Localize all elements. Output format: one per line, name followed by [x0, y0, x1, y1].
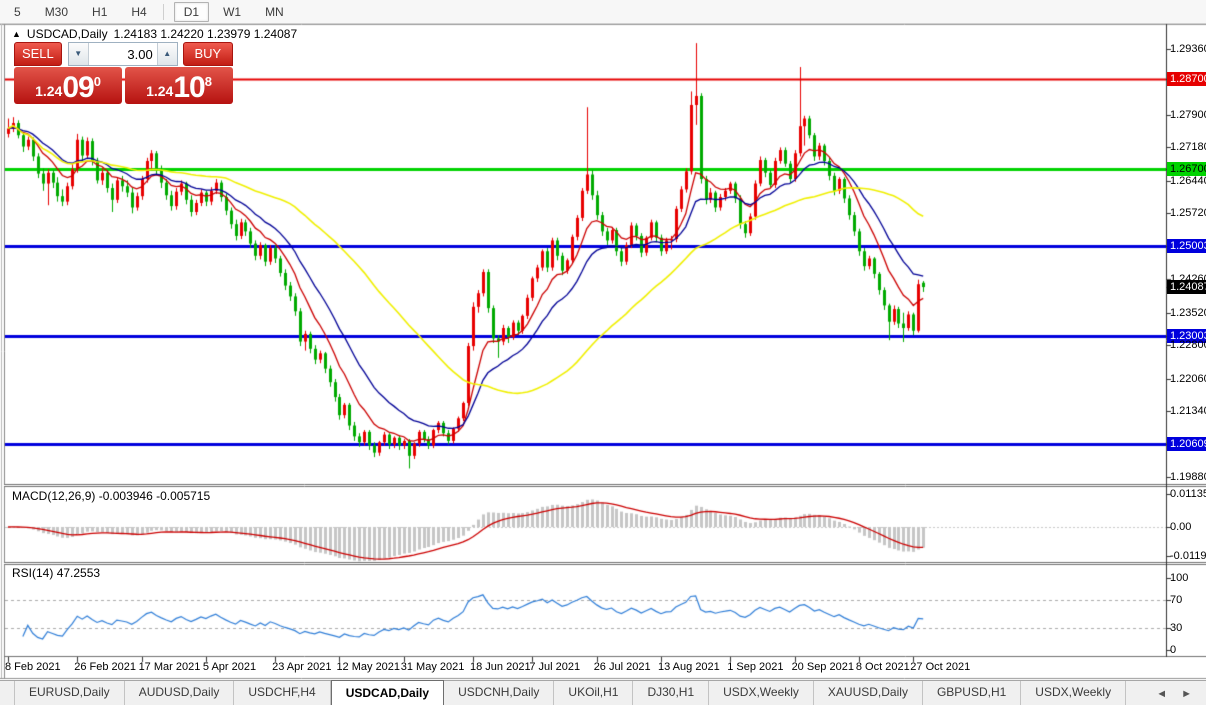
chart-title: ▲ USDCAD,Daily 1.24183 1.24220 1.23979 1…: [12, 27, 297, 41]
price-tick-label: 1.23520: [1167, 306, 1206, 320]
current-price-label: 1.24087: [1167, 280, 1206, 294]
price-tick-label: 1.22060: [1167, 372, 1206, 386]
date-tick-label: 1 Sep 2021: [727, 661, 783, 673]
chart-tab-bar: EURUSD,DailyAUDUSD,DailyUSDCHF,H4USDCAD,…: [0, 680, 1206, 705]
sell-price-prefix: 1.24: [35, 83, 62, 99]
sell-price-button[interactable]: 1.24 09 0: [14, 67, 122, 104]
lot-size-input[interactable]: [89, 43, 157, 65]
collapse-chart-icon[interactable]: ▲: [12, 29, 21, 39]
date-tick-label: 12 May 2021: [336, 661, 400, 673]
tab-usdx-weekly[interactable]: USDX,Weekly: [709, 681, 814, 705]
chart-symbol-label: USDCAD,Daily: [27, 27, 108, 41]
price-tick-label: 1.27180: [1167, 140, 1206, 154]
date-tick-label: 26 Feb 2021: [74, 661, 136, 673]
chart-ohlc-values: 1.24183 1.24220 1.23979 1.24087: [114, 27, 298, 41]
rsi-indicator-label: RSI(14) 47.2553: [12, 566, 100, 580]
price-tick-label: 1.25720: [1167, 206, 1206, 220]
price-tick-label: 1.21340: [1167, 404, 1206, 418]
one-click-trading-panel: SELL ▼ ▲ BUY 1.24 09 0 1.24 10 8: [14, 42, 233, 100]
buy-button[interactable]: BUY: [183, 42, 233, 66]
buy-price-button[interactable]: 1.24 10 8: [125, 67, 233, 104]
tab-scroll-left-icon[interactable]: ◄: [1156, 688, 1167, 700]
date-tick-label: 20 Sep 2021: [792, 661, 854, 673]
date-tick-label: 17 Mar 2021: [139, 661, 201, 673]
sell-price-pip: 0: [94, 74, 101, 89]
chart-canvas[interactable]: [0, 0, 1206, 705]
macd-tick-label: 0.00: [1167, 520, 1206, 534]
tab-scroll-right-icon[interactable]: ►: [1181, 688, 1192, 700]
macd-tick-label: -0.01190: [1167, 549, 1206, 563]
rsi-tick-label: 30: [1167, 621, 1206, 635]
macd-name: MACD(12,26,9): [12, 489, 95, 503]
date-tick-label: 23 Apr 2021: [272, 661, 331, 673]
date-tick-label: 8 Feb 2021: [5, 661, 61, 673]
buy-price-pip: 8: [205, 74, 212, 89]
tab-gbpusd-h1[interactable]: GBPUSD,H1: [923, 681, 1021, 705]
lot-increase-icon[interactable]: ▲: [157, 43, 177, 65]
price-tick-label: 1.27900: [1167, 108, 1206, 122]
tab-dj30-h1[interactable]: DJ30,H1: [633, 681, 709, 705]
date-tick-label: 31 May 2021: [401, 661, 465, 673]
date-tick-label: 26 Jul 2021: [594, 661, 651, 673]
macd-tick-label: 0.01135: [1167, 487, 1206, 501]
macd-indicator-label: MACD(12,26,9) -0.003946 -0.005715: [12, 489, 210, 503]
tab-usdcnh-daily[interactable]: USDCNH,Daily: [444, 681, 554, 705]
date-tick-label: 5 Apr 2021: [203, 661, 256, 673]
tab-usdchf-h4[interactable]: USDCHF,H4: [234, 681, 330, 705]
level-price-label: 1.20609: [1167, 437, 1206, 451]
tab-xauusd-daily[interactable]: XAUUSD,Daily: [814, 681, 923, 705]
level-price-label: 1.28700: [1167, 72, 1206, 86]
level-price-label: 1.25003: [1167, 239, 1206, 253]
price-axis[interactable]: 1.293601.287001.279001.271801.267001.264…: [1167, 26, 1206, 656]
rsi-tick-label: 100: [1167, 571, 1206, 585]
date-tick-label: 7 Jul 2021: [529, 661, 580, 673]
rsi-name: RSI(14): [12, 566, 53, 580]
tab-usdcad-daily[interactable]: USDCAD,Daily: [331, 680, 444, 705]
date-axis[interactable]: 8 Feb 2021 26 Feb 202117 Mar 20215 Apr 20…: [0, 658, 1206, 678]
buy-price-big: 10: [173, 74, 204, 102]
date-tick-label: 13 Aug 2021: [658, 661, 720, 673]
price-tick-label: 1.19880: [1167, 470, 1206, 484]
date-tick-label: 27 Oct 2021: [910, 661, 970, 673]
date-tick-label: 18 Jun 2021: [470, 661, 531, 673]
sell-button[interactable]: SELL: [14, 42, 62, 66]
lot-decrease-icon[interactable]: ▼: [69, 43, 89, 65]
tab-usdx-weekly[interactable]: USDX,Weekly: [1021, 681, 1126, 705]
rsi-tick-label: 0: [1167, 643, 1206, 657]
rsi-value: 47.2553: [57, 566, 100, 580]
tab-scroll-buttons: ◄►: [1156, 681, 1206, 705]
date-tick-label: 8 Oct 2021: [856, 661, 910, 673]
rsi-tick-label: 70: [1167, 593, 1206, 607]
buy-price-prefix: 1.24: [146, 83, 173, 99]
sell-price-big: 09: [62, 74, 93, 102]
price-tick-label: 1.22800: [1167, 338, 1206, 352]
lot-size-spinner: ▼ ▲: [68, 42, 178, 66]
tab-eurusd-daily[interactable]: EURUSD,Daily: [14, 681, 125, 705]
macd-values: -0.003946 -0.005715: [99, 489, 210, 503]
trading-platform-window: 5M30H1H4D1W1MN ▲ USDCAD,Daily 1.24183 1.…: [0, 0, 1206, 705]
price-tick-label: 1.29360: [1167, 42, 1206, 56]
tab-ukoil-h1[interactable]: UKOil,H1: [554, 681, 633, 705]
tab-audusd-daily[interactable]: AUDUSD,Daily: [125, 681, 235, 705]
price-tick-label: 1.26440: [1167, 174, 1206, 188]
